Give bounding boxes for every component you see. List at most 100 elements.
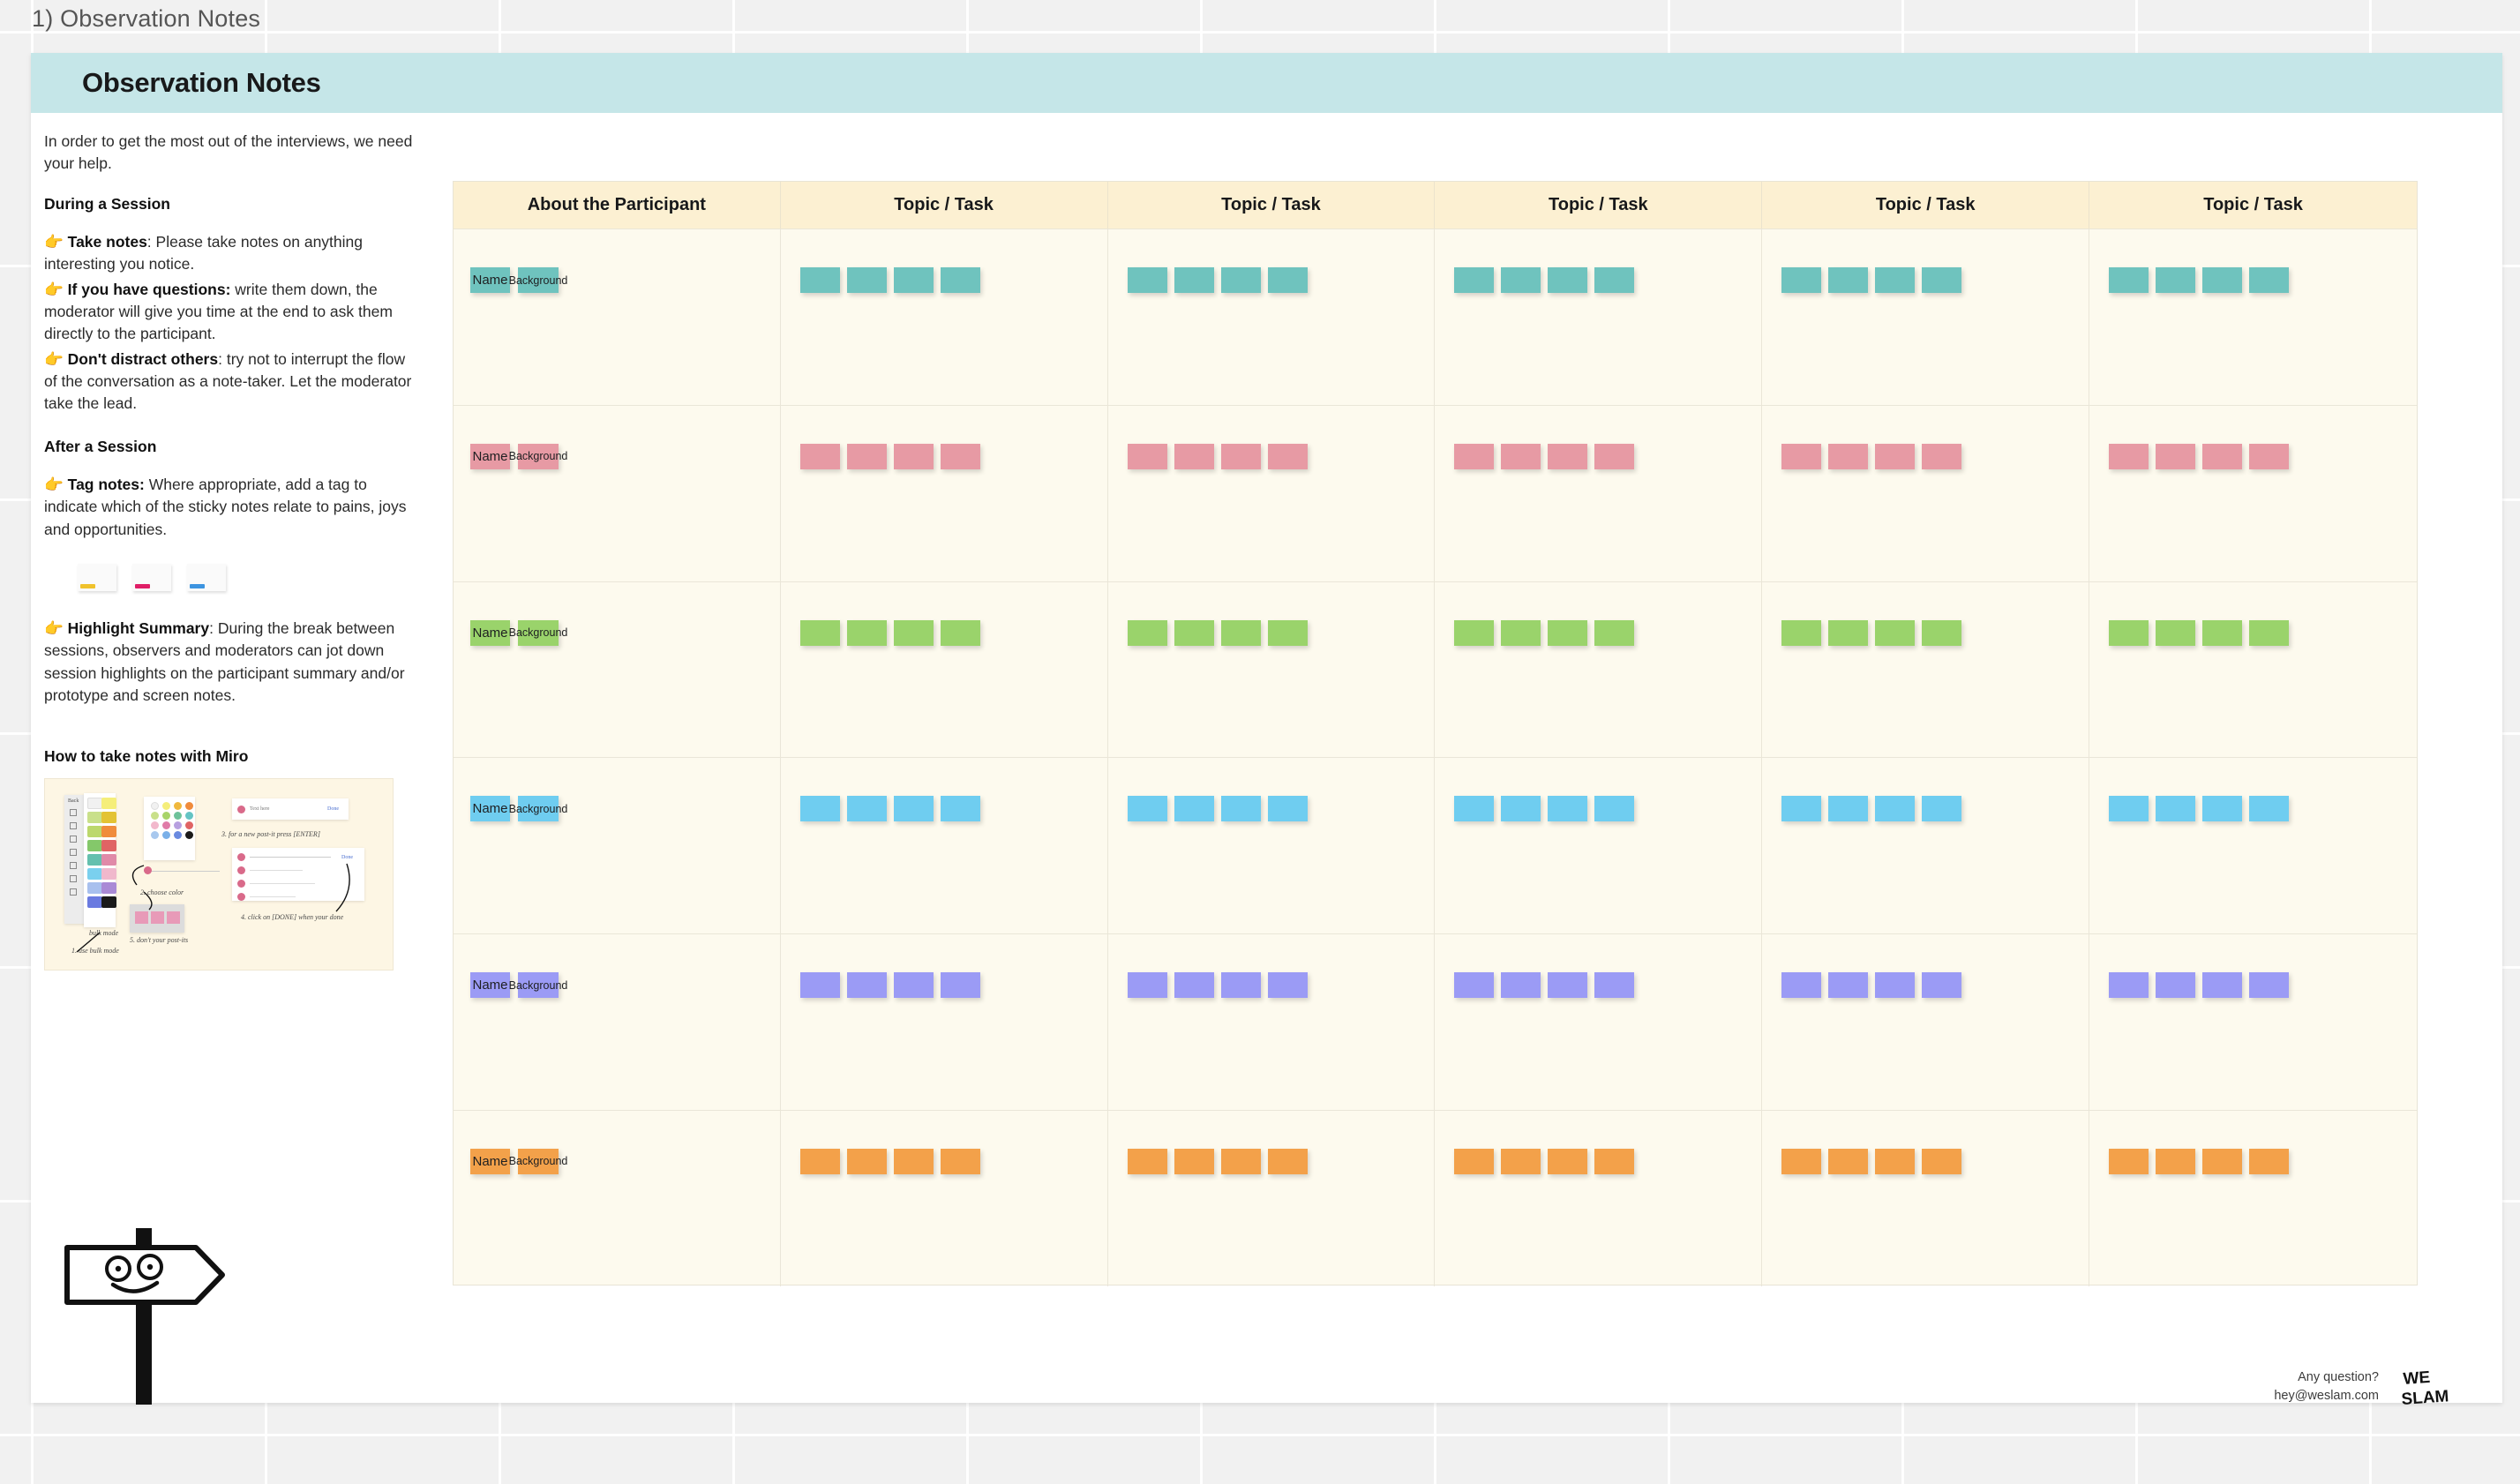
sticky-note-blank[interactable]	[1922, 443, 1962, 469]
sticky-note-blank[interactable]	[1875, 267, 1916, 293]
task-cell[interactable]	[781, 229, 1108, 405]
sticky-note-blank[interactable]	[2109, 1148, 2149, 1174]
participant-cell[interactable]: Name Background	[454, 758, 781, 934]
sticky-note-blank[interactable]	[799, 796, 840, 822]
sticky-note-blank[interactable]	[1501, 796, 1541, 822]
sticky-note-blank[interactable]	[2156, 972, 2196, 999]
sticky-note-blank[interactable]	[893, 796, 934, 822]
sticky-note-blank[interactable]	[1127, 796, 1167, 822]
sticky-note-name[interactable]: Name	[470, 796, 510, 822]
frame-label[interactable]: 1) Observation Notes	[32, 5, 260, 33]
sticky-note-blank[interactable]	[940, 972, 980, 999]
sticky-note-blank[interactable]	[1828, 1148, 1869, 1174]
sticky-note-blank[interactable]	[799, 443, 840, 469]
task-cell[interactable]	[781, 934, 1108, 1110]
sticky-note-background[interactable]: Background	[509, 796, 567, 822]
sticky-note-blank[interactable]	[2249, 796, 2290, 822]
sticky-note-blank[interactable]	[1501, 972, 1541, 999]
sticky-note-blank[interactable]	[1875, 1148, 1916, 1174]
sticky-note-blank[interactable]	[1267, 267, 1308, 293]
task-cell[interactable]	[781, 758, 1108, 934]
sticky-note-blank[interactable]	[2202, 443, 2243, 469]
sticky-note-blank[interactable]	[1454, 267, 1495, 293]
task-cell[interactable]	[2089, 406, 2417, 581]
sticky-note-blank[interactable]	[799, 972, 840, 999]
sticky-note-blank[interactable]	[1594, 443, 1635, 469]
sticky-note-blank[interactable]	[1922, 1148, 1962, 1174]
sticky-note-blank[interactable]	[1594, 1148, 1635, 1174]
sticky-note-blank[interactable]	[1220, 267, 1261, 293]
sticky-note-blank[interactable]	[1454, 443, 1495, 469]
task-cell[interactable]	[1108, 405, 1436, 581]
task-cell[interactable]	[1108, 758, 1436, 934]
sticky-note-blank[interactable]	[1454, 972, 1495, 999]
sticky-note-background[interactable]: Background	[509, 443, 567, 469]
sticky-note-blank[interactable]	[1267, 443, 1308, 469]
task-cell[interactable]	[1435, 405, 1763, 581]
sticky-note-blank[interactable]	[893, 972, 934, 999]
sticky-note-blank[interactable]	[1127, 1148, 1167, 1174]
sticky-note-blank[interactable]	[846, 1148, 887, 1174]
sticky-note-blank[interactable]	[1922, 972, 1962, 999]
sticky-note-blank[interactable]	[1174, 796, 1214, 822]
sticky-note-blank[interactable]	[799, 619, 840, 646]
sticky-note-blank[interactable]	[2249, 443, 2290, 469]
sticky-note-background[interactable]: Background	[509, 619, 567, 646]
sticky-note-blank[interactable]	[1828, 619, 1869, 646]
sticky-note-blank[interactable]	[940, 619, 980, 646]
sticky-note-name[interactable]: Name	[470, 972, 510, 999]
task-cell[interactable]	[1435, 229, 1763, 405]
participant-cell[interactable]: Name Background	[454, 934, 781, 1110]
sticky-note-blank[interactable]	[1501, 267, 1541, 293]
sticky-note-blank[interactable]	[2109, 796, 2149, 822]
sticky-note-blank[interactable]	[1781, 443, 1822, 469]
sticky-note-blank[interactable]	[1501, 443, 1541, 469]
sticky-note-blank[interactable]	[1220, 619, 1261, 646]
sticky-note-blank[interactable]	[1501, 1148, 1541, 1174]
participant-cell[interactable]: Name Background	[454, 581, 781, 758]
sticky-note-blank[interactable]	[1548, 796, 1588, 822]
task-cell[interactable]	[1762, 581, 2090, 758]
sticky-note-blank[interactable]	[1875, 972, 1916, 999]
sticky-note-blank[interactable]	[893, 267, 934, 293]
participant-cell[interactable]: Name Background	[454, 405, 781, 581]
task-cell[interactable]	[781, 581, 1108, 758]
sticky-note-name[interactable]: Name	[470, 267, 510, 293]
task-cell[interactable]	[1108, 934, 1436, 1110]
sticky-note-blank[interactable]	[1548, 267, 1588, 293]
sticky-note-blank[interactable]	[2249, 267, 2290, 293]
sticky-note-blank[interactable]	[1548, 972, 1588, 999]
task-cell[interactable]	[1435, 1110, 1763, 1286]
sticky-note-blank[interactable]	[1875, 796, 1916, 822]
sticky-note-blank[interactable]	[846, 796, 887, 822]
task-cell[interactable]	[2089, 1111, 2417, 1286]
sticky-note-blank[interactable]	[1828, 796, 1869, 822]
participant-cell[interactable]: Name Background	[454, 1110, 781, 1286]
sticky-note-blank[interactable]	[1828, 972, 1869, 999]
sticky-note-blank[interactable]	[1454, 619, 1495, 646]
sticky-note-background[interactable]: Background	[509, 972, 567, 999]
sticky-note-blank[interactable]	[1174, 972, 1214, 999]
task-cell[interactable]	[1762, 229, 2090, 405]
sticky-note-blank[interactable]	[1454, 1148, 1495, 1174]
sticky-note-blank[interactable]	[893, 619, 934, 646]
sticky-note-blank[interactable]	[846, 443, 887, 469]
task-cell[interactable]	[1108, 581, 1436, 758]
task-cell[interactable]	[1435, 758, 1763, 934]
sticky-note-blank[interactable]	[1828, 267, 1869, 293]
sticky-note-blank[interactable]	[1594, 972, 1635, 999]
sticky-note-blank[interactable]	[1781, 972, 1822, 999]
sticky-note-blank[interactable]	[1922, 267, 1962, 293]
task-cell[interactable]	[1108, 229, 1436, 405]
task-cell[interactable]	[2089, 758, 2417, 933]
sticky-note-blank[interactable]	[1174, 443, 1214, 469]
sticky-note-blank[interactable]	[1174, 1148, 1214, 1174]
sticky-note-blank[interactable]	[940, 267, 980, 293]
sticky-note-blank[interactable]	[1548, 443, 1588, 469]
task-cell[interactable]	[1762, 1110, 2090, 1286]
sticky-note-background[interactable]: Background	[509, 1148, 567, 1174]
task-cell[interactable]	[1762, 934, 2090, 1110]
task-cell[interactable]	[781, 1110, 1108, 1286]
contact-email[interactable]: hey@weslam.com	[2274, 1387, 2379, 1406]
sticky-note-blank[interactable]	[846, 267, 887, 293]
